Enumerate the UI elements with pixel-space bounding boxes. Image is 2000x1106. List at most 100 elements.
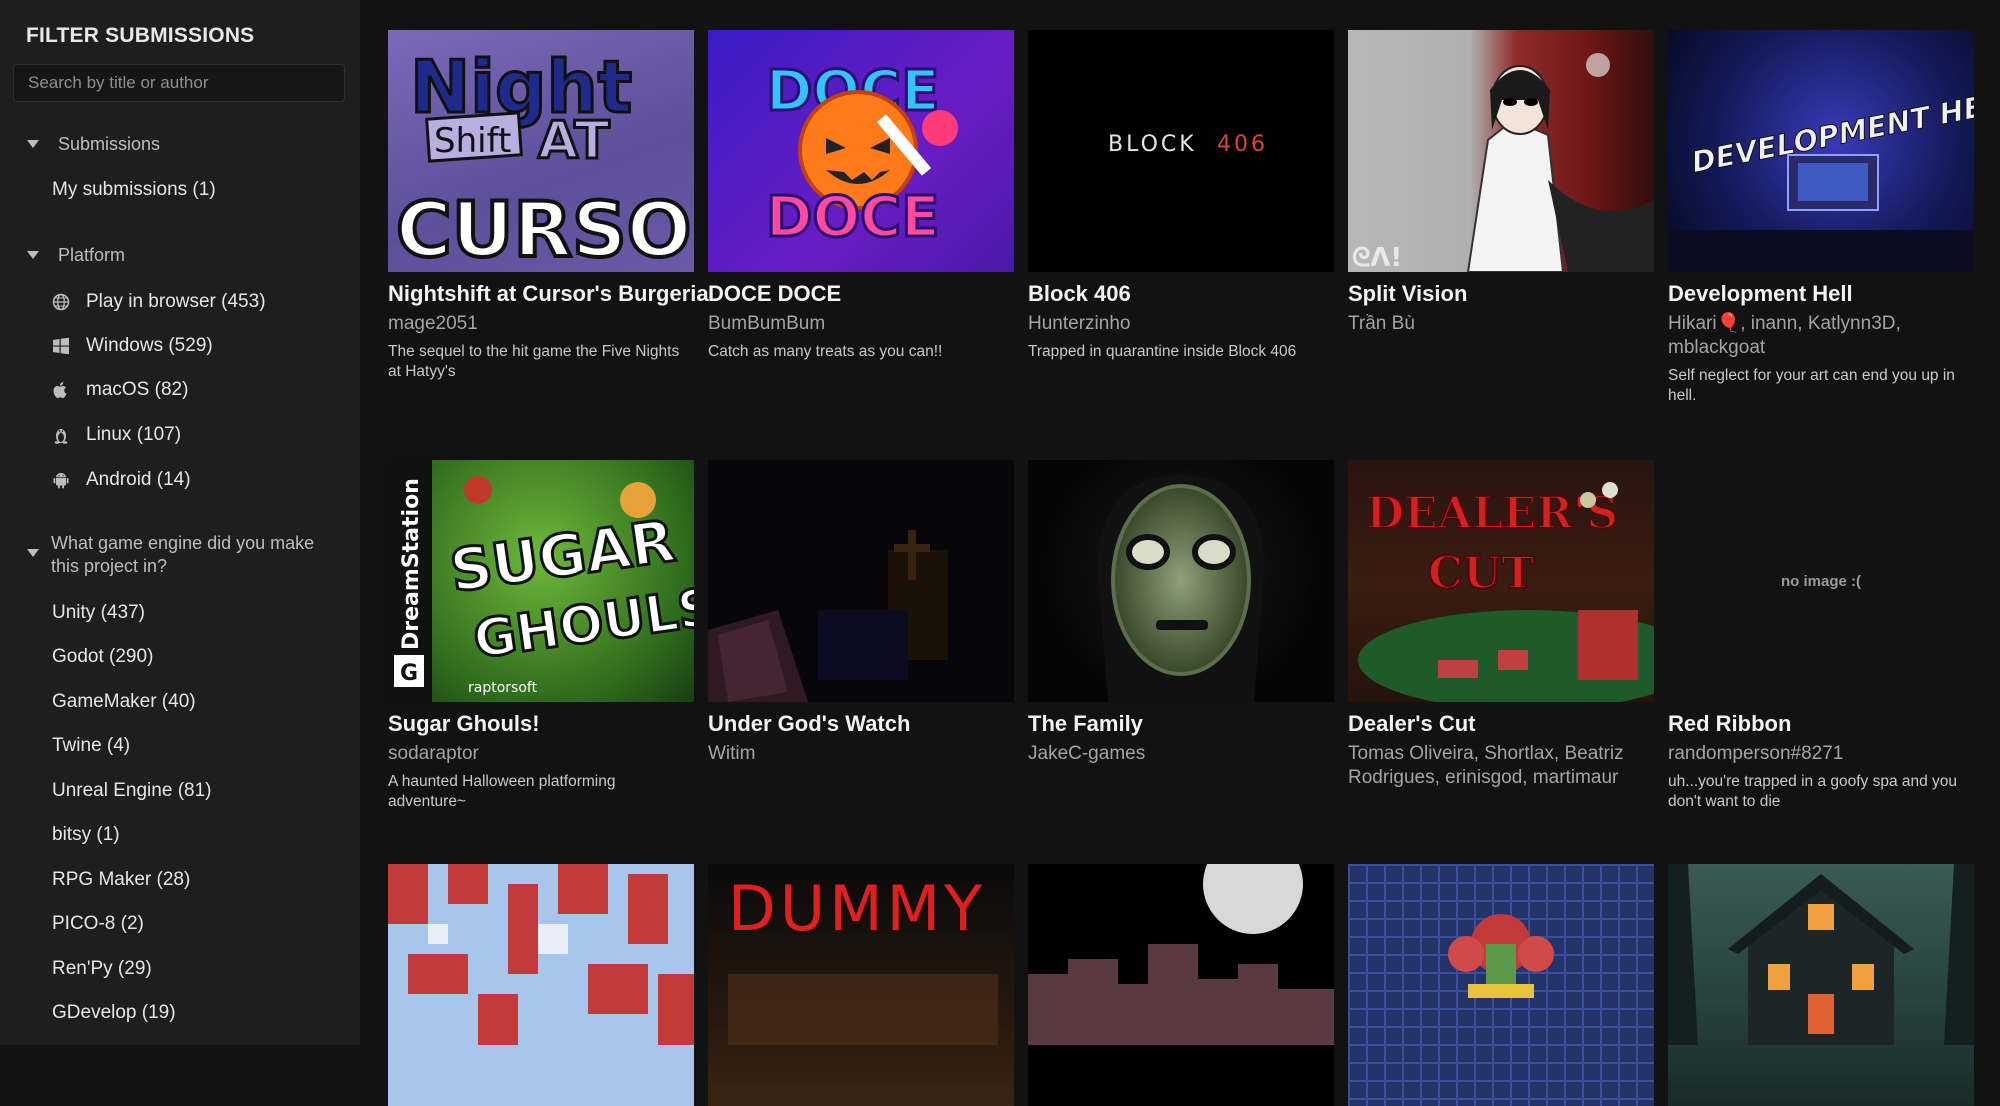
thumb-text: G bbox=[400, 661, 418, 686]
section-toggle-platform[interactable]: Platform bbox=[27, 244, 125, 267]
android-icon bbox=[52, 471, 70, 489]
game-author: Hunterzinho bbox=[1028, 313, 1131, 334]
filter-engine-unreal[interactable]: Unreal Engine (81) bbox=[52, 778, 211, 804]
game-card[interactable]: ᘓΛ! Split Vision Trần Bù bbox=[1348, 30, 1654, 342]
filter-label: Unity (437) bbox=[52, 602, 145, 623]
globe-icon bbox=[52, 293, 70, 311]
game-thumbnail: BLOCK 406 bbox=[1028, 30, 1334, 272]
game-author: Tomas Oliveira, Shortlax, Beatriz Rodrig… bbox=[1348, 743, 1624, 788]
game-thumbnail bbox=[388, 864, 694, 1106]
game-card[interactable]: BLOCK 406 Block 406 Hunterzinho Trapped … bbox=[1028, 30, 1334, 362]
filter-label: Android (14) bbox=[86, 469, 191, 490]
thumb-text: DOCE bbox=[766, 185, 939, 250]
game-card[interactable]: DOCE DOCE DOCE DOCE BumBumBum Catch as m… bbox=[708, 30, 1014, 362]
section-toggle-submissions[interactable]: Submissions bbox=[27, 133, 160, 156]
thumb-text: DreamStation bbox=[399, 478, 424, 650]
game-card[interactable]: DUMMY bbox=[708, 864, 1014, 1106]
game-thumbnail bbox=[1028, 864, 1334, 1106]
section-toggle-engine[interactable]: What game engine did you make this proje… bbox=[27, 532, 327, 578]
game-author: randomperson#8271 bbox=[1668, 743, 1844, 764]
filter-label: Unreal Engine (81) bbox=[52, 780, 212, 801]
search-input[interactable] bbox=[13, 64, 345, 102]
game-thumbnail: ᘓΛ! bbox=[1348, 30, 1654, 272]
game-title: Split Vision bbox=[1348, 281, 1468, 306]
game-card[interactable]: The Family JakeC-games bbox=[1028, 460, 1334, 772]
game-title: Development Hell bbox=[1668, 281, 1853, 306]
apple-icon bbox=[52, 381, 70, 399]
filter-label: RPG Maker (28) bbox=[52, 869, 191, 890]
game-card[interactable]: DreamStation G SUGAR GHOULS! raptorsoft … bbox=[388, 460, 694, 812]
game-thumbnail: DEVELOPMENT HELL bbox=[1668, 30, 1974, 272]
game-title: Sugar Ghouls! bbox=[388, 711, 540, 736]
filter-engine-gamemaker[interactable]: GameMaker (40) bbox=[52, 689, 196, 715]
filter-engine-unity[interactable]: Unity (437) bbox=[52, 600, 145, 626]
filter-label: Ren'Py (29) bbox=[52, 958, 152, 979]
game-title: Dealer's Cut bbox=[1348, 711, 1476, 736]
game-author: sodaraptor bbox=[388, 743, 479, 764]
filter-engine-rpgmaker[interactable]: RPG Maker (28) bbox=[52, 867, 190, 893]
filter-label: Twine (4) bbox=[52, 735, 131, 756]
game-thumbnail: DreamStation G SUGAR GHOULS! raptorsoft bbox=[388, 460, 694, 702]
filter-engine-pico8[interactable]: PICO-8 (2) bbox=[52, 911, 144, 937]
game-author: Trần Bù bbox=[1348, 313, 1415, 334]
filter-platform-windows[interactable]: Windows (529) bbox=[52, 333, 213, 359]
game-card[interactable] bbox=[388, 864, 694, 1106]
game-description: The sequel to the hit game the Five Nigh… bbox=[388, 343, 680, 380]
game-thumbnail: no image :( bbox=[1668, 460, 1974, 702]
game-author: BumBumBum bbox=[708, 313, 826, 334]
game-card[interactable]: Night Shift AT CURSOR Nightshift at Curs… bbox=[388, 30, 709, 382]
filter-engine-bitsy[interactable]: bitsy (1) bbox=[52, 822, 120, 848]
game-card[interactable]: DEVELOPMENT HELL Development Hell Hikari… bbox=[1668, 30, 1974, 406]
filter-platform-linux[interactable]: Linux (107) bbox=[52, 422, 181, 448]
filter-my-submissions[interactable]: My submissions (1) bbox=[52, 177, 216, 203]
game-card[interactable]: DEALER'S CUT Dealer's Cut Tomas Oliveira… bbox=[1348, 460, 1654, 796]
game-title: The Family bbox=[1028, 711, 1143, 736]
filter-label: Godot (290) bbox=[52, 646, 154, 667]
filter-platform-browser[interactable]: Play in browser (453) bbox=[52, 289, 266, 315]
game-thumbnail bbox=[1668, 864, 1974, 1106]
game-author: Witim bbox=[708, 743, 756, 764]
caret-down-icon bbox=[27, 140, 39, 148]
game-title: Under God's Watch bbox=[708, 711, 911, 736]
filter-label: Linux (107) bbox=[86, 424, 182, 445]
game-card[interactable]: no image :( Red Ribbon randomperson#8271… bbox=[1668, 460, 1974, 812]
filter-label: GameMaker (40) bbox=[52, 691, 196, 712]
thumb-text: raptorsoft bbox=[468, 680, 538, 696]
filter-platform-android[interactable]: Android (14) bbox=[52, 467, 191, 493]
linux-icon bbox=[52, 426, 70, 444]
game-card[interactable] bbox=[1668, 864, 1974, 1106]
no-image-text: no image :( bbox=[1780, 572, 1861, 590]
game-thumbnail: DOCE DOCE bbox=[708, 30, 1014, 272]
thumb-text: Shift bbox=[434, 121, 511, 161]
game-description: A haunted Halloween platforming adventur… bbox=[388, 773, 616, 810]
filter-engine-gdevelop[interactable]: GDevelop (19) bbox=[52, 1000, 176, 1026]
game-title: Red Ribbon bbox=[1668, 711, 1792, 736]
game-card[interactable] bbox=[1028, 864, 1334, 1106]
filter-label: PICO-8 (2) bbox=[52, 913, 144, 934]
game-thumbnail: DEALER'S CUT bbox=[1348, 460, 1654, 702]
caret-down-icon bbox=[27, 251, 39, 259]
svg-text:ᘓΛ!: ᘓΛ! bbox=[1352, 243, 1402, 272]
game-card[interactable] bbox=[1348, 864, 1654, 1106]
filter-engine-twine[interactable]: Twine (4) bbox=[52, 733, 130, 759]
filter-label: macOS (82) bbox=[86, 379, 189, 400]
submission-grid: Night Shift AT CURSOR Nightshift at Curs… bbox=[388, 30, 1974, 1106]
game-title: Block 406 bbox=[1028, 281, 1131, 306]
filter-engine-godot[interactable]: Godot (290) bbox=[52, 644, 153, 670]
thumb-text: CUT bbox=[1428, 548, 1534, 599]
game-card[interactable]: Under God's Watch Witim bbox=[708, 460, 1014, 772]
thumb-text: DEALER'S bbox=[1366, 488, 1618, 539]
thumb-text: CURSOR bbox=[396, 185, 694, 272]
game-author: JakeC-games bbox=[1028, 743, 1146, 764]
filter-title: FILTER SUBMISSIONS bbox=[26, 24, 255, 47]
filter-engine-renpy[interactable]: Ren'Py (29) bbox=[52, 956, 152, 982]
filter-label: bitsy (1) bbox=[52, 824, 120, 845]
caret-down-icon bbox=[27, 549, 39, 557]
game-description: Self neglect for your art can end you up… bbox=[1668, 367, 1955, 404]
filter-label: Windows (529) bbox=[86, 335, 213, 356]
thumb-text: 406 bbox=[1217, 132, 1268, 157]
filter-label: My submissions (1) bbox=[52, 179, 216, 200]
game-description: Trapped in quarantine inside Block 406 bbox=[1028, 343, 1297, 360]
game-thumbnail bbox=[708, 460, 1014, 702]
filter-platform-macos[interactable]: macOS (82) bbox=[52, 377, 188, 403]
